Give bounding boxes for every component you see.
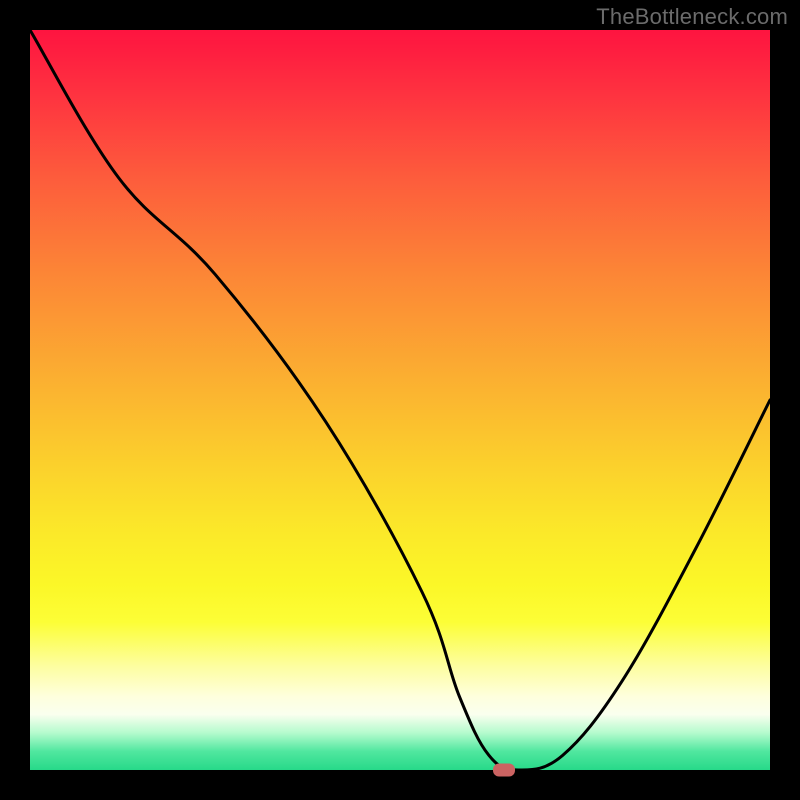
- plot-area: [30, 30, 770, 770]
- curve-path: [30, 30, 770, 770]
- chart-frame: TheBottleneck.com: [0, 0, 800, 800]
- optimal-point-marker: [493, 764, 515, 777]
- watermark-text: TheBottleneck.com: [596, 4, 788, 30]
- bottleneck-curve: [30, 30, 770, 770]
